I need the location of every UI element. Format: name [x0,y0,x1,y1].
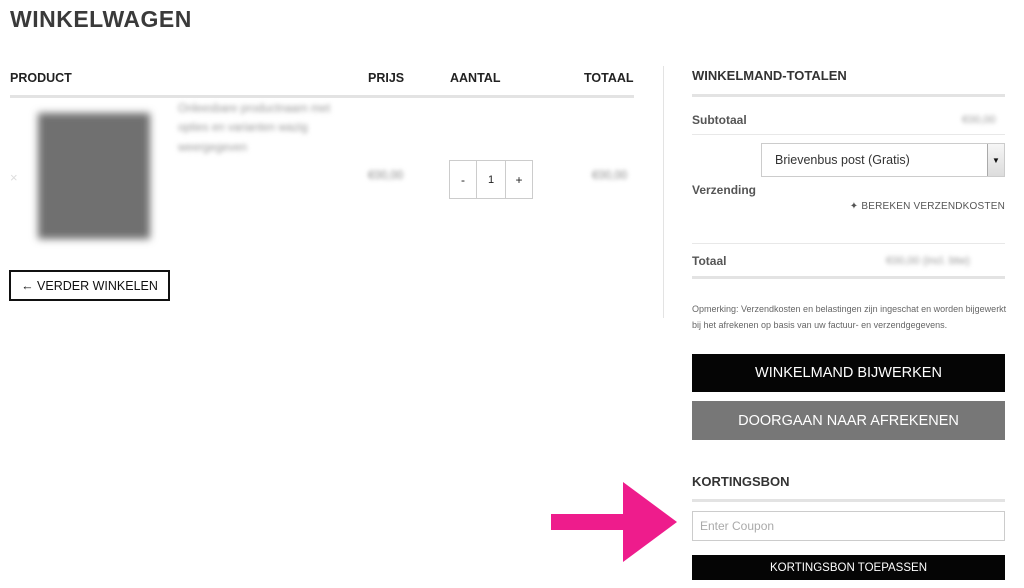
product-price: €00,00 [368,170,404,182]
product-thumbnail[interactable] [38,113,150,239]
subtotal-label: Subtotaal [692,113,747,127]
product-subtotal: €00,00 [592,170,628,182]
coupon-input[interactable] [692,511,1005,541]
coupon-heading: KORTINGSBON [692,474,790,489]
column-divider [663,66,664,318]
quantity-input[interactable]: 1 [476,161,506,198]
column-header-quantity: AANTAL [450,71,501,85]
totals-bottom-divider [692,276,1005,279]
shipping-method-select[interactable]: Brievenbus post (Gratis) ▼ [761,143,1005,177]
quantity-stepper: - 1 + [449,160,533,199]
calculate-shipping-link[interactable]: ✦ BEREKEN VERZENDKOSTEN [850,201,1005,212]
total-label: Totaal [692,254,727,268]
remove-item-button[interactable]: × [10,166,26,190]
cart-totals-heading: WINKELMAND-TOTALEN [692,68,847,83]
shipping-method-value: Brievenbus post (Gratis) [775,153,910,167]
subtotal-value: €00,00 [962,114,996,126]
update-cart-button[interactable]: WINKELMAND BIJWERKEN [692,354,1005,392]
arrow-right-icon [551,482,677,562]
total-value: €00,00 (incl. btw) [886,255,970,267]
page-title: WINKELWAGEN [10,6,192,32]
apply-coupon-button[interactable]: KORTINGSBON TOEPASSEN [692,555,1005,580]
continue-shopping-button[interactable]: ← VERDER WINKELEN [9,270,170,301]
cart-totals-divider [692,94,1005,97]
quantity-increase-button[interactable]: + [506,161,532,198]
chevron-down-icon[interactable]: ▼ [987,144,1004,176]
row-divider [692,134,1005,135]
shipping-label: Verzending [692,183,757,197]
product-name-link[interactable]: Onleesbare productnaam met opties en var… [178,100,336,158]
row-divider [692,243,1005,244]
proceed-to-checkout-button[interactable]: DOORGAAN NAAR AFREKENEN [692,401,1005,440]
shipping-note: Opmerking: Verzendkosten en belastingen … [692,304,1007,330]
table-header-divider [10,95,634,98]
column-header-total: TOTAAL [584,71,634,85]
column-header-price: PRIJS [368,71,405,85]
coupon-divider [692,499,1005,502]
column-header-product: PRODUCT [10,71,72,85]
quantity-decrease-button[interactable]: - [450,161,476,198]
